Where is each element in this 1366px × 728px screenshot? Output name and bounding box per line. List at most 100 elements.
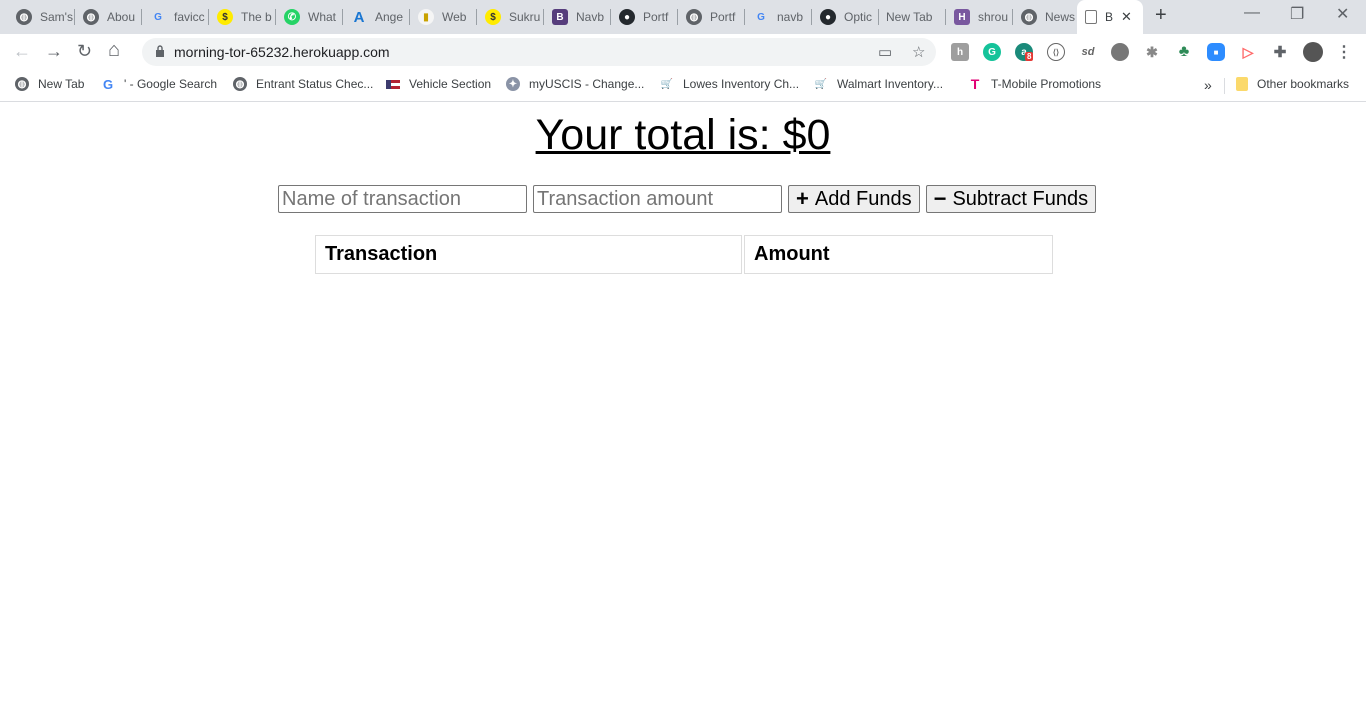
bookmark-item[interactable]: ◍ New Tab [15,77,84,91]
zoom-extension-icon[interactable]: ■ [1207,43,1225,61]
profile-avatar[interactable] [1303,42,1323,62]
bookmark-label: New Tab [38,77,85,91]
tab[interactable]: $ The b [209,0,276,34]
bookmark-item[interactable]: G ' - Google Search [101,76,218,92]
total-heading: Your total is: $0 [535,111,831,159]
transaction-amount-input[interactable] [533,185,782,213]
sphere-extension-icon[interactable] [1111,43,1129,61]
reload-button[interactable]: ↻ [77,41,92,62]
bookmark-star-icon[interactable]: ☆ [912,43,925,61]
html-tree-extension-icon[interactable]: ♣ [1175,43,1193,61]
tab-title: The b [241,10,272,24]
cast-icon[interactable]: ▭ [878,43,892,61]
transactions-table: Transaction Amount [313,233,1055,276]
bookmark-item[interactable]: ✦ myUSCIS - Change... [506,77,644,91]
tab[interactable]: New Tab [879,0,946,34]
globe-icon: ◍ [83,9,99,25]
bookmark-label: Lowes Inventory Ch... [683,77,800,91]
tab-title: New Tab [886,10,933,24]
tab[interactable]: B Navb [544,0,611,34]
bookmark-item[interactable]: 🛒 Walmart Inventory... [814,77,943,91]
bookmark-label: Walmart Inventory... [837,77,944,91]
tab[interactable]: ✆ What [276,0,343,34]
honey-extension-icon[interactable]: h [951,43,969,61]
forward-button[interactable]: → [45,41,63,62]
tmobile-icon: T [970,76,980,92]
other-bookmarks[interactable]: Other bookmarks [1236,77,1349,91]
back-button[interactable]: ← [13,41,31,62]
lock-icon [156,45,164,57]
bookmark-item[interactable]: ◍ Entrant Status Chec... [233,77,373,91]
restore-button[interactable]: ❐ [1290,4,1304,24]
a-extension-icon[interactable]: a8 [1015,43,1034,61]
tab-title: Web [442,10,467,24]
tab[interactable]: ◍ News [1013,0,1080,34]
url-text[interactable]: morning-tor-65232.herokuapp.com [174,44,390,60]
tab-title: Optic [844,10,873,24]
tab-title: Sam's [40,10,73,24]
tab-active[interactable]: B ✕ [1077,0,1143,34]
close-window-button[interactable]: ✕ [1336,4,1349,24]
tab[interactable]: Gfavicc [142,0,209,34]
tab-title: Navb [576,10,605,24]
red-arrow-extension-icon[interactable]: ▷ [1239,43,1257,61]
tab[interactable]: Gnavb [745,0,812,34]
tab-title: navb [777,10,804,24]
angular-icon: A [353,8,365,26]
close-tab-icon[interactable]: ✕ [1121,9,1132,25]
tab[interactable]: ◍ Sam's [8,0,75,34]
tab[interactable]: A Ange [343,0,410,34]
whatsapp-icon: ✆ [284,9,300,25]
tab-title: Sukru [509,10,541,24]
heroku-icon: H [954,9,970,25]
document-icon [1085,10,1097,24]
add-funds-button[interactable]: + Add Funds [788,185,920,213]
puzzle-extensions-icon[interactable]: ✚ [1271,43,1289,61]
page-content: Your total is: $0 +Add Funds −Subtract F… [0,103,1366,728]
bookmark-item[interactable]: Vehicle Section [386,77,491,91]
sukru-icon: $ [485,9,501,25]
table-header-row: Transaction Amount [315,235,1053,274]
grammarly-extension-icon[interactable]: G [983,43,1001,61]
add-funds-label: Add Funds [814,187,912,210]
column-header-amount: Amount [744,235,1053,274]
subtract-funds-button[interactable]: − Subtract Funds [925,185,1097,213]
tab[interactable]: ▮ Web [410,0,477,34]
bookmarks-overflow-button[interactable]: » [1204,77,1212,93]
bookmark-label: ' - Google Search [124,77,218,91]
tab[interactable]: Hshrou [946,0,1013,34]
github-icon: ● [820,9,836,25]
globe-icon: ◍ [1021,9,1037,25]
tab[interactable]: ◍ Abou [75,0,142,34]
bug-extension-icon[interactable]: ✱ [1143,43,1161,61]
browser-toolbar: ← → ↻ ⌂ morning-tor-65232.herokuapp.com … [0,34,1366,70]
bookmark-item[interactable]: 🛒 Lowes Inventory Ch... [660,77,799,91]
home-button[interactable]: ⌂ [108,39,120,62]
bookmark-label: Other bookmarks [1257,77,1350,91]
cart-icon: 🛒 [660,78,674,90]
address-bar[interactable]: morning-tor-65232.herokuapp.com ▭ ☆ [142,38,936,66]
tab-title: favicc [174,10,205,24]
tab-title: shrou [978,10,1009,24]
menu-kebab-icon[interactable]: ⋮ [1335,43,1353,61]
tab[interactable]: ◍ Portf [678,0,745,34]
sd-extension-icon[interactable]: sd [1079,43,1097,61]
new-tab-button[interactable]: + [1155,4,1167,27]
minimize-button[interactable]: — [1244,4,1260,22]
tab[interactable]: ● Optic [812,0,879,34]
tab[interactable]: ● Portf [611,0,678,34]
bootstrap-icon: B [552,9,568,25]
web-icon: ▮ [418,9,434,25]
folder-icon [1236,77,1248,91]
extension-badge: 8 [1025,52,1034,61]
tab[interactable]: $ Sukru [477,0,544,34]
google-icon: G [102,76,114,92]
flag-icon [386,79,400,89]
minus-icon: − [933,186,947,211]
code-extension-icon[interactable]: ⟨⟩ [1047,43,1065,61]
bookmark-item[interactable]: T T-Mobile Promotions [968,76,1101,92]
bookmark-label: Vehicle Section [409,77,492,91]
transaction-name-input[interactable] [278,185,527,213]
tab-title: Ange [375,10,404,24]
github-icon: ● [619,9,635,25]
